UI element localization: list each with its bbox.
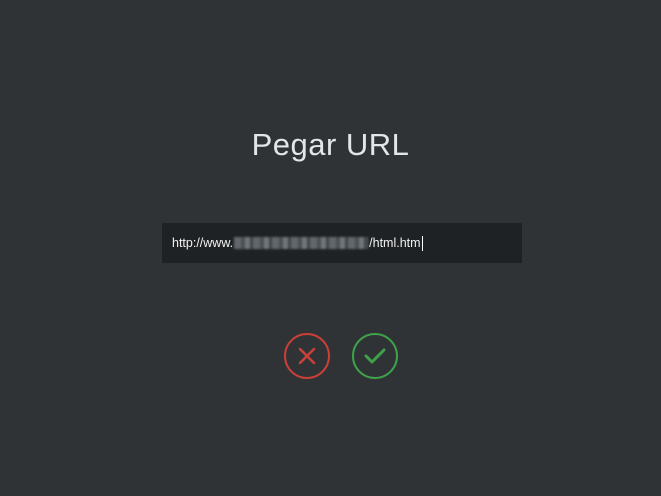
cancel-button[interactable] [284, 333, 330, 379]
url-prefix: http://www. [172, 236, 234, 250]
confirm-button[interactable] [352, 333, 398, 379]
text-caret [421, 235, 423, 251]
check-icon [364, 348, 386, 364]
url-suffix: /html.htm [369, 236, 421, 250]
url-input[interactable]: http://www. /html.htm [162, 223, 522, 263]
url-input-value: http://www. /html.htm [172, 235, 423, 251]
paste-url-dialog: Pegar URL http://www. /html.htm [0, 0, 661, 496]
dialog-title: Pegar URL [251, 127, 410, 162]
redacted-domain [234, 237, 369, 249]
close-icon [298, 347, 316, 365]
